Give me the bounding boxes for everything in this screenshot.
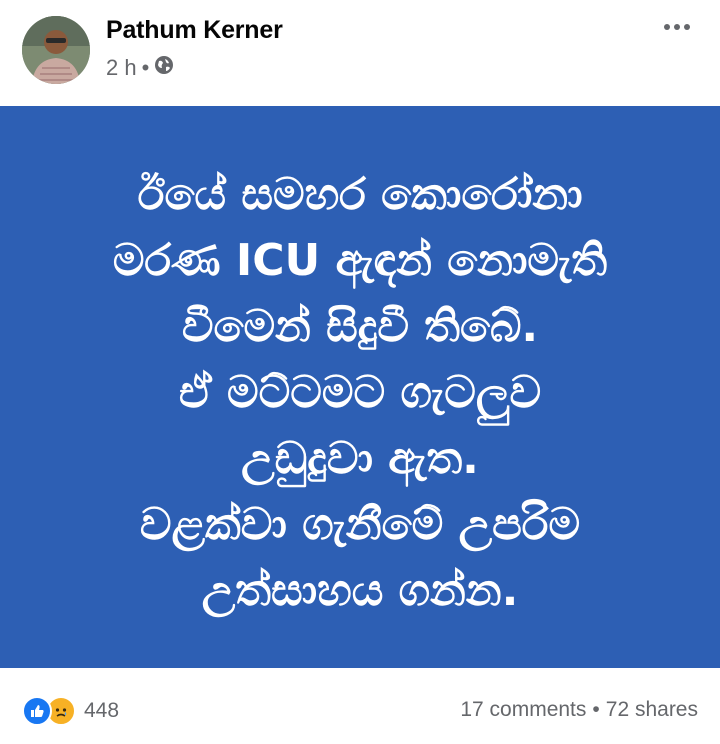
- post-text: ඊයේ සමහර කොරෝනා මරණ ICU ඇඳන් නොමැති වීමෙ…: [20, 162, 700, 624]
- post-line: වීමෙන් සිදුවී තිබේ.: [181, 301, 539, 352]
- post-line: වළක්වා ගැනීමේ උපරිම: [139, 499, 581, 550]
- engagement-stats: 17 comments • 72 shares: [460, 698, 698, 722]
- like-icon: [22, 696, 52, 726]
- dot-2: [674, 24, 680, 30]
- post-header: Pathum Kerner 2 h •: [0, 0, 720, 104]
- post-meta: 2 h •: [106, 55, 174, 81]
- post-image[interactable]: ඊයේ සමහර කොරෝනා මරණ ICU ඇඳන් නොමැති වීමෙ…: [0, 106, 720, 668]
- post-footer: 448 17 comments • 72 shares: [0, 668, 720, 744]
- post-line: උත්සාහය ගන්න.: [201, 565, 519, 616]
- author-name[interactable]: Pathum Kerner: [106, 16, 283, 45]
- comments-link[interactable]: 17 comments: [460, 698, 586, 722]
- dot-3: [684, 24, 690, 30]
- author-avatar[interactable]: [22, 16, 90, 84]
- globe-icon[interactable]: [154, 55, 174, 81]
- dot-1: [664, 24, 670, 30]
- post-line: ඊයේ සමහර කොරෝනා: [137, 169, 583, 220]
- post-time[interactable]: 2 h: [106, 55, 137, 81]
- post-line: මරණ ICU ඇඳන් නොමැති: [112, 235, 608, 286]
- more-options-icon[interactable]: [664, 24, 690, 30]
- reactions-summary[interactable]: 448: [22, 696, 119, 726]
- reaction-count: 448: [84, 699, 120, 722]
- meta-separator: •: [141, 55, 150, 80]
- stats-separator: •: [592, 698, 600, 721]
- post-line: ඒ මට්ටමට ගැටලුව: [178, 367, 542, 418]
- shares-link[interactable]: 72 shares: [606, 698, 698, 722]
- post-line: උඩුදුවා ඇත.: [241, 433, 479, 484]
